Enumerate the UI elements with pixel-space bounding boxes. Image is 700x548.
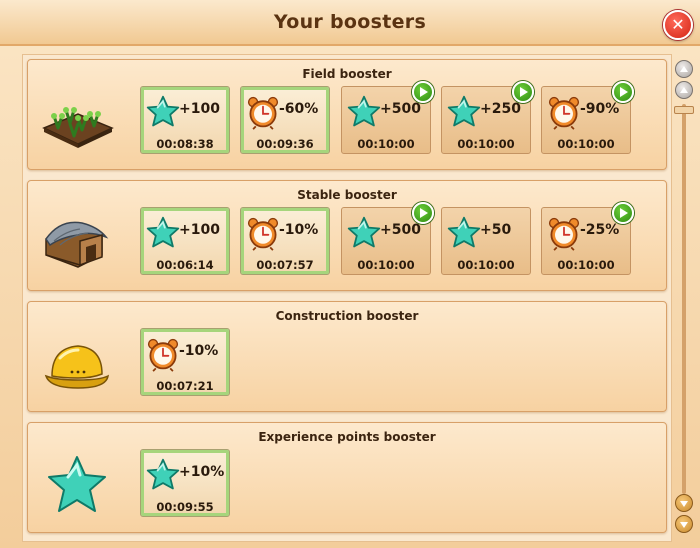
booster-timer: 00:08:38 <box>156 137 214 151</box>
scroll-bottom-button[interactable] <box>675 515 693 533</box>
play-button[interactable] <box>512 81 534 103</box>
booster-value: +250 <box>480 101 521 117</box>
field-icon <box>40 90 114 154</box>
star-icon <box>446 214 482 252</box>
active-booster-slot[interactable]: -10% 00:07:57 <box>240 207 330 275</box>
star-icon <box>346 214 382 252</box>
booster-timer: 00:10:00 <box>357 137 415 151</box>
scroll-track[interactable] <box>682 104 686 494</box>
booster-timer: 00:09:55 <box>156 500 214 514</box>
stable-icon <box>40 211 114 275</box>
booster-value: +500 <box>380 222 421 238</box>
booster-value: -90% <box>580 101 620 117</box>
booster-panel-title: Stable booster <box>297 188 397 202</box>
title-bar: Your boosters <box>0 0 700 46</box>
scroll-thumb[interactable] <box>674 106 694 114</box>
alarm-clock-icon <box>546 93 582 131</box>
double-chevron-up-icon <box>680 66 688 72</box>
booster-panel-title: Experience points booster <box>258 430 436 444</box>
active-booster-slot[interactable]: -10% 00:07:21 <box>140 328 230 396</box>
star-icon <box>145 93 181 131</box>
scroll-top-button[interactable] <box>675 60 693 78</box>
active-booster-slot[interactable]: +100 00:08:38 <box>140 86 230 154</box>
booster-timer: 00:06:14 <box>156 258 214 272</box>
booster-slot[interactable]: +500 00:10:00 <box>341 81 434 154</box>
booster-slot[interactable]: +50 00:10:00 <box>441 207 531 275</box>
booster-timer: 00:10:00 <box>557 137 615 151</box>
booster-value: -10% <box>179 343 219 359</box>
helmet-icon <box>40 332 114 396</box>
booster-value: +50 <box>480 222 512 238</box>
window-title: Your boosters <box>273 11 427 33</box>
booster-value: +10% <box>179 464 225 480</box>
booster-timer: 00:07:57 <box>256 258 314 272</box>
booster-value: -10% <box>279 222 319 238</box>
booster-value: -60% <box>279 101 319 117</box>
booster-timer: 00:10:00 <box>457 258 515 272</box>
alarm-clock-icon <box>245 214 281 252</box>
booster-timer: 00:10:00 <box>457 137 515 151</box>
play-button[interactable] <box>412 81 434 103</box>
star-icon <box>145 214 181 252</box>
booster-value: +100 <box>179 101 220 117</box>
booster-panel-title: Field booster <box>302 67 392 81</box>
booster-panel-title: Construction booster <box>275 309 419 323</box>
active-booster-slot[interactable]: -60% 00:09:36 <box>240 86 330 154</box>
booster-value: -25% <box>580 222 620 238</box>
booster-value: +500 <box>380 101 421 117</box>
double-chevron-down-icon <box>680 522 688 528</box>
booster-timer: 00:10:00 <box>357 258 415 272</box>
booster-panel: Field booster +100 00:08:38 -60% 00:09:36 +50… <box>27 59 667 170</box>
booster-panel: Stable booster +100 00:06:14 -10% 00:07:57 +5… <box>27 180 667 291</box>
booster-slot[interactable]: +250 00:10:00 <box>441 81 534 154</box>
scroll-down-button[interactable] <box>675 494 693 512</box>
chevron-up-icon <box>680 87 688 93</box>
boosters-list: Field booster +100 00:08:38 -60% 00:09:36 +50… <box>22 54 672 542</box>
scroll-up-button[interactable] <box>675 81 693 99</box>
alarm-clock-icon <box>546 214 582 252</box>
booster-panel: Construction booster -10% 00:07:21 <box>27 301 667 412</box>
booster-timer: 00:10:00 <box>557 258 615 272</box>
booster-panel: Experience points booster +10% 00:09:55 <box>27 422 667 533</box>
close-icon: ✕ <box>671 15 685 34</box>
star-icon <box>346 93 382 131</box>
booster-timer: 00:09:36 <box>256 137 314 151</box>
play-button[interactable] <box>412 202 434 224</box>
active-booster-slot[interactable]: +10% 00:09:55 <box>140 449 230 517</box>
booster-slot[interactable]: -25% 00:10:00 <box>541 202 634 275</box>
play-button[interactable] <box>612 81 634 103</box>
booster-slot[interactable]: +500 00:10:00 <box>341 202 434 275</box>
active-booster-slot[interactable]: +100 00:06:14 <box>140 207 230 275</box>
boosters-window: Your boosters ✕ Field booster +100 00:08:3… <box>0 0 700 548</box>
play-button[interactable] <box>612 202 634 224</box>
close-button[interactable]: ✕ <box>663 10 693 40</box>
alarm-clock-icon <box>145 335 181 373</box>
star-icon <box>40 453 114 517</box>
chevron-down-icon <box>680 501 688 507</box>
star-icon <box>446 93 482 131</box>
alarm-clock-icon <box>245 93 281 131</box>
scrollbar[interactable] <box>674 58 694 540</box>
booster-slot[interactable]: -90% 00:10:00 <box>541 81 634 154</box>
booster-value: +100 <box>179 222 220 238</box>
booster-timer: 00:07:21 <box>156 379 214 393</box>
star-icon <box>145 456 181 494</box>
